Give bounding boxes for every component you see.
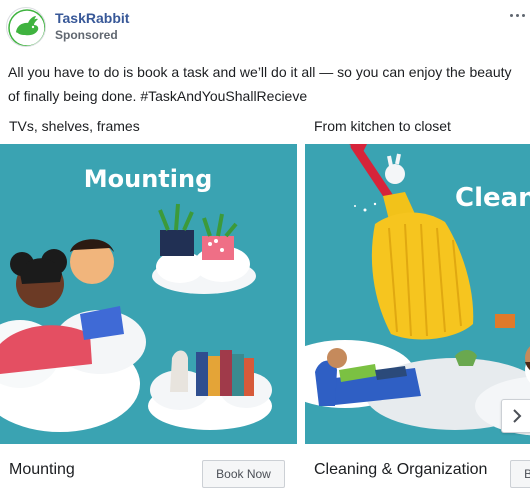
card-image-mounting[interactable]: Mounting [0,144,297,444]
rabbit-logo-icon [8,9,45,46]
carousel-card-mounting[interactable]: TVs, shelves, frames Mounting Mounting B… [0,112,297,504]
card-headline: TVs, shelves, frames [9,118,140,134]
post-caption: All you have to do is book a task and we… [8,64,512,104]
page-avatar[interactable] [6,7,46,47]
post-header: TaskRabbit Sponsored [0,0,530,56]
more-dot [521,13,525,17]
cleaning-illustration: Clean [305,144,530,444]
chevron-right-icon [512,409,521,423]
carousel: TVs, shelves, frames Mounting Mounting B… [0,112,530,504]
card-title: Cleaning & Organization [314,461,488,478]
book-now-button[interactable]: Book Now [510,460,530,488]
card-headline: From kitchen to closet [314,118,451,134]
book-now-button[interactable]: Book Now [202,460,285,488]
page-name-link[interactable]: TaskRabbit [55,10,129,26]
more-horizontal-icon [509,13,513,17]
sponsored-label: Sponsored [55,28,118,42]
carousel-next-button[interactable] [501,399,530,433]
mounting-illustration: Mounting [0,144,297,444]
card-title: Mounting [9,461,75,478]
sponsored-post: TaskRabbit Sponsored All you have to do … [0,0,530,504]
more-dot [515,13,519,17]
more-options-button[interactable] [506,4,528,26]
carousel-card-cleaning[interactable]: From kitchen to closet Clean Cleaning & … [305,112,530,504]
image-headline-text: Mounting [84,165,213,193]
image-headline-text: Clean [455,183,530,213]
card-image-cleaning[interactable]: Clean [305,144,530,444]
